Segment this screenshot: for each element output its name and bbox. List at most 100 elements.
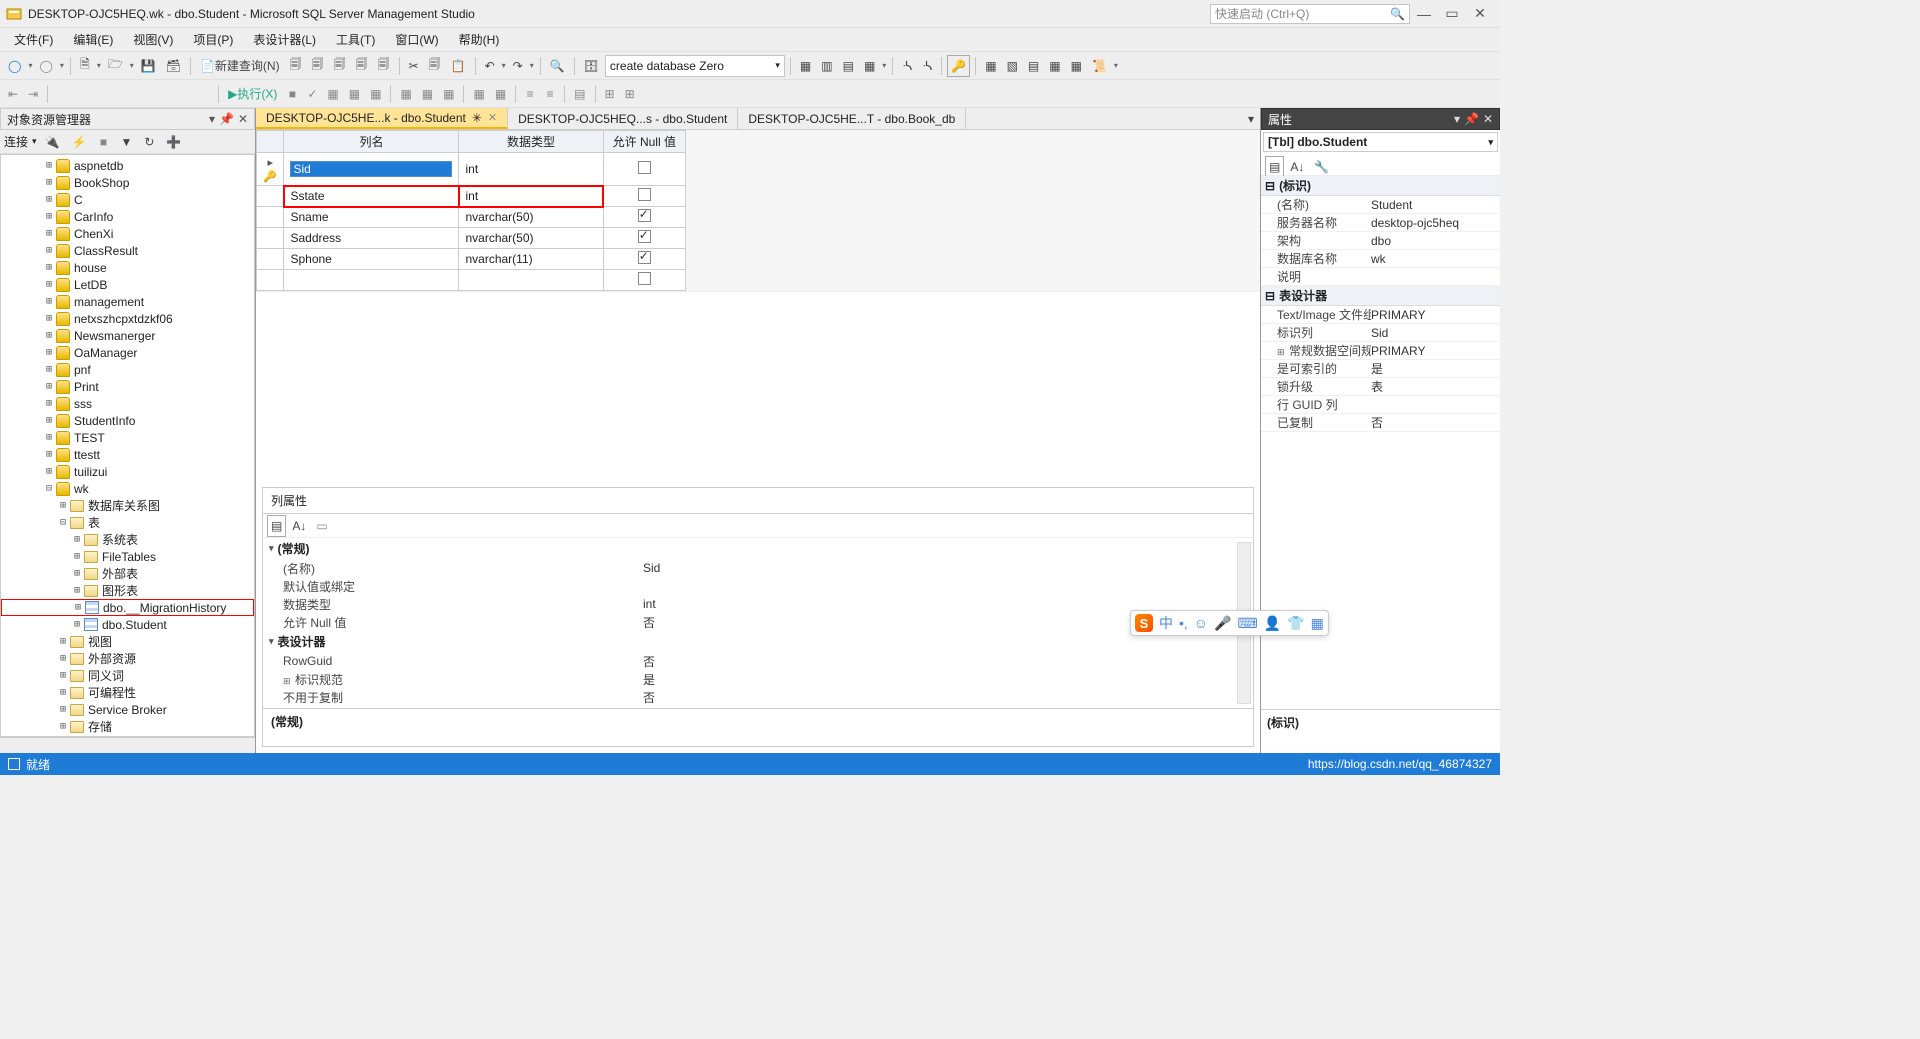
oe-plug-icon[interactable]: 🔌 [41, 131, 64, 153]
properties-selector[interactable]: [Tbl] dbo.Student ▾ [1263, 132, 1498, 152]
connect-label[interactable]: 连接 [4, 133, 28, 150]
tb-exec-4[interactable]: ▦ [860, 55, 879, 77]
tree-node[interactable]: ⊞C [1, 191, 254, 208]
column-grid[interactable]: 列名 数据类型 允许 Null 值 ▸🔑intSstateintSnamenva… [256, 130, 686, 291]
tab-book-db[interactable]: DESKTOP-OJC5HE...T - dbo.Book_db [738, 108, 966, 129]
column-name-input[interactable] [290, 161, 452, 177]
menu-table-designer[interactable]: 表设计器(L) [243, 29, 326, 50]
tree-node[interactable]: ⊞BookShop [1, 174, 254, 191]
ime-emoji-icon[interactable]: ☺ [1194, 615, 1208, 631]
column-type-cell[interactable]: int [459, 153, 603, 186]
tb2-11[interactable]: ▤ [570, 83, 589, 105]
tb2-2[interactable]: ▦ [345, 83, 364, 105]
back-button[interactable]: ◯ [4, 55, 25, 77]
tb2-12[interactable]: ⊞ [601, 83, 619, 105]
new-project-button[interactable]: 🗎 [76, 55, 94, 77]
menu-project[interactable]: 项目(P) [183, 29, 243, 50]
tree-node[interactable]: ⊞dbo.Student [1, 616, 254, 633]
prop-row[interactable]: 是可索引的是 [1261, 360, 1500, 378]
table-row[interactable]: Sphonenvarchar(11) [257, 249, 686, 270]
expand-icon[interactable]: ⊞ [43, 381, 55, 392]
expand-icon[interactable]: ⊞ [72, 602, 84, 613]
minimize-button[interactable]: — [1410, 6, 1438, 22]
tb2-8[interactable]: ▦ [491, 83, 510, 105]
prop-row[interactable]: (名称)Sid [263, 559, 1253, 577]
wrench-icon[interactable]: 🔧 [1310, 156, 1333, 178]
close-icon[interactable]: ✕ [1483, 112, 1493, 126]
menu-view[interactable]: 视图(V) [123, 29, 183, 50]
column-name-cell[interactable]: Sname [284, 207, 459, 228]
tree-node[interactable]: ⊞house [1, 259, 254, 276]
prop-row[interactable]: (名称)Student [1261, 196, 1500, 214]
database-combo[interactable]: create database Zero ▾ [605, 55, 785, 77]
ime-mic-icon[interactable]: 🎤 [1214, 615, 1231, 632]
expand-icon[interactable]: ⊞ [43, 449, 55, 460]
indent-right-button[interactable]: ⇥ [24, 83, 42, 105]
close-button[interactable]: ✕ [1466, 5, 1494, 22]
ime-user-icon[interactable]: 👤 [1264, 615, 1281, 632]
tree-node[interactable]: ⊞Service Broker [1, 701, 254, 718]
categorized-icon[interactable]: ▤ [267, 515, 286, 537]
tree-node[interactable]: ⊞StudentInfo [1, 412, 254, 429]
forward-button[interactable]: ◯ [35, 55, 56, 77]
tree-node[interactable]: ⊞management [1, 293, 254, 310]
prop-row[interactable]: 数据类型int [263, 595, 1253, 613]
tree-node[interactable]: ⊟表 [1, 514, 254, 531]
maximize-button[interactable]: ▭ [1438, 5, 1466, 22]
ime-keyboard-icon[interactable]: ⌨ [1238, 615, 1258, 632]
menu-tools[interactable]: 工具(T) [326, 29, 385, 50]
nullable-checkbox[interactable] [638, 209, 651, 222]
expand-icon[interactable]: ⊞ [43, 160, 55, 171]
pin-icon[interactable]: 📌 [219, 112, 234, 126]
expand-icon[interactable]: ⊞ [43, 228, 55, 239]
expand-icon[interactable]: ⊟ [57, 517, 69, 528]
table-row[interactable] [257, 270, 686, 291]
expand-icon[interactable]: ⊞ [43, 211, 55, 222]
prop-row[interactable]: 锁升级表 [1261, 378, 1500, 396]
tree-node[interactable]: ⊞视图 [1, 633, 254, 650]
redo-button[interactable]: ↷ [509, 55, 527, 77]
tb-icon-db[interactable]: 🗄 [580, 55, 603, 77]
column-properties-grid[interactable]: ▾(常规) (名称)Sid默认值或绑定数据类型int允许 Null 值否 ▾表设… [263, 538, 1253, 708]
tb2-7[interactable]: ▦ [469, 83, 488, 105]
expand-icon[interactable]: ⊞ [43, 296, 55, 307]
tree-node[interactable]: ⊞外部资源 [1, 650, 254, 667]
expand-icon[interactable]: ⊟ [43, 483, 55, 494]
ime-toolbar[interactable]: S 中 •, ☺ 🎤 ⌨ 👤 👕 ▦ [1130, 610, 1329, 636]
tb-icon-2[interactable]: 🗐 [308, 55, 328, 77]
tb-table-opt3[interactable]: ▤ [1024, 55, 1043, 77]
open-button[interactable]: 🗁 [104, 55, 127, 77]
prop-row[interactable]: 默认值或绑定 [263, 577, 1253, 595]
prop-row[interactable]: ⊞常规数据空间规范PRIMARY [1261, 342, 1500, 360]
table-row[interactable]: ▸🔑int [257, 153, 686, 186]
ime-lang[interactable]: 中 [1159, 613, 1173, 633]
prop-row[interactable]: 说明 [1261, 268, 1500, 286]
tree-node[interactable]: ⊞可编程性 [1, 684, 254, 701]
column-name-cell[interactable]: Sphone [284, 249, 459, 270]
tree-node[interactable]: ⊞dbo.__MigrationHistory [1, 599, 254, 616]
tb-rel-2[interactable]: ᔀ [918, 55, 936, 77]
tree-node[interactable]: ⊞ClassResult [1, 242, 254, 259]
expand-icon[interactable]: ⊞ [57, 670, 69, 681]
column-name-cell[interactable]: Saddress [284, 228, 459, 249]
table-row[interactable]: Saddressnvarchar(50) [257, 228, 686, 249]
props-page-icon[interactable]: ▭ [312, 515, 331, 537]
oe-stop-icon[interactable]: ■ [94, 131, 112, 153]
prop-category-general[interactable]: ▾(常规) [263, 538, 1253, 559]
expand-icon[interactable]: ⊞ [57, 721, 69, 732]
tb-icon-find[interactable]: 🔍 [546, 55, 569, 77]
tb-icon-1[interactable]: 🗐 [286, 55, 306, 77]
prop-row[interactable]: 不用于复制否 [263, 688, 1253, 706]
tb2-1[interactable]: ▦ [323, 83, 342, 105]
column-name-cell[interactable]: Sstate [284, 186, 459, 207]
column-type-cell[interactable]: nvarchar(50) [459, 228, 603, 249]
prop-row[interactable]: ⊞标识规范是 [263, 670, 1253, 688]
tb-script-button[interactable]: 📜 [1088, 55, 1111, 77]
expand-icon[interactable]: ⊞ [43, 330, 55, 341]
tb2-4[interactable]: ▦ [396, 83, 415, 105]
tb-table-opt1[interactable]: ▦ [981, 55, 1000, 77]
save-button[interactable]: 💾 [137, 55, 160, 77]
tb2-10[interactable]: ≡ [541, 83, 559, 105]
nullable-checkbox[interactable] [638, 188, 651, 201]
prop-row[interactable]: Text/Image 文件组PRIMARY [1261, 306, 1500, 324]
